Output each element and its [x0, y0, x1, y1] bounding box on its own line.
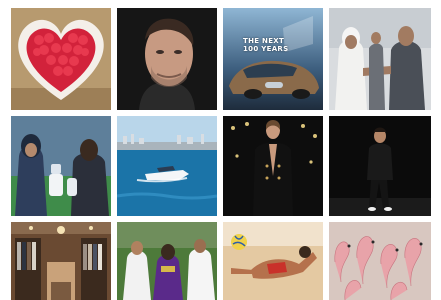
image-tile-runway-black-blazer[interactable] — [223, 116, 323, 216]
image-tile-clothing-store[interactable] — [11, 222, 111, 300]
concept-car-image — [223, 8, 323, 110]
image-tile-volleyball-dive[interactable] — [223, 222, 323, 300]
runway-man-image — [329, 116, 431, 216]
clothing-store-image — [11, 222, 111, 300]
image-tile-robot-kids[interactable] — [11, 116, 111, 216]
football-match-image — [117, 222, 217, 300]
image-tile-flamingos[interactable] — [329, 222, 431, 300]
image-tile-football-match[interactable] — [117, 222, 217, 300]
raspberry-heart-image — [11, 8, 111, 110]
volleyball-dive-image — [223, 222, 323, 300]
runway-blazer-image — [223, 116, 323, 216]
flamingos-image — [329, 222, 431, 300]
handshake-ceremony-image — [329, 8, 431, 110]
image-tile-concept-car[interactable]: THE NEXT 100 YEARS — [223, 8, 323, 110]
image-grid: THE NEXT 100 YEARS — [0, 0, 441, 300]
robot-kids-image — [11, 116, 111, 216]
image-tile-handshake-ceremony[interactable] — [329, 8, 431, 110]
speedboat-sea-image — [117, 116, 217, 216]
car-slogan-text: THE NEXT 100 YEARS — [243, 37, 289, 53]
image-tile-man-portrait[interactable] — [117, 8, 217, 110]
image-tile-speedboat-sea[interactable] — [117, 116, 217, 216]
image-tile-heart-raspberries[interactable] — [11, 8, 111, 110]
man-portrait-image — [117, 8, 217, 110]
image-tile-runway-man-black[interactable] — [329, 116, 431, 216]
